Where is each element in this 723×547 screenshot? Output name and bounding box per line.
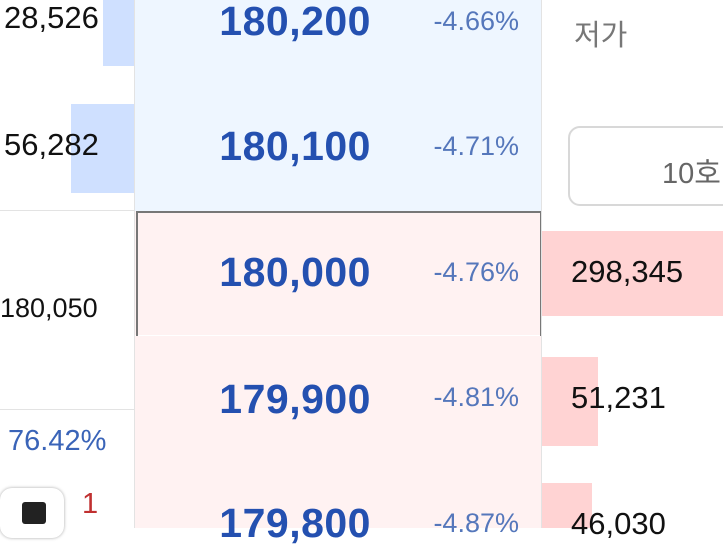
price-row[interactable]: 180,100 -4.71% — [135, 85, 541, 211]
bid-quantity[interactable]: 51,231 — [571, 380, 666, 416]
column-divider — [134, 0, 135, 528]
change-percent: -4.66% — [433, 6, 519, 36]
ask-quantity[interactable]: 28,526 — [4, 0, 99, 36]
ratio-value: 76.42% — [8, 425, 107, 457]
ask-quantity-bar — [103, 0, 135, 66]
reference-price: 180,050 — [0, 293, 98, 323]
order-quantity-label: 10호 — [662, 158, 721, 190]
row-divider — [0, 409, 135, 410]
price-value: 180,100 — [219, 123, 371, 169]
thumbnail-icon — [22, 502, 46, 524]
price-value: 180,200 — [219, 0, 371, 44]
floating-thumbnail[interactable] — [0, 488, 64, 538]
price-value: 179,800 — [219, 500, 371, 546]
count-badge: 1 — [82, 488, 99, 520]
order-quantity-button[interactable]: 10호 — [568, 126, 723, 206]
bid-quantity[interactable]: 298,345 — [571, 254, 683, 290]
price-row[interactable]: 180,200 -4.66% — [135, 0, 541, 85]
change-percent: -4.71% — [433, 131, 519, 161]
ask-quantity[interactable]: 56,282 — [4, 127, 99, 163]
change-percent: -4.87% — [433, 508, 519, 538]
change-percent: -4.81% — [433, 382, 519, 412]
row-divider — [0, 210, 135, 211]
low-price-label: 저가 — [574, 20, 628, 52]
price-value: 179,900 — [219, 376, 371, 422]
selected-price-highlight — [136, 211, 542, 338]
price-row[interactable]: 179,900 -4.81% — [135, 336, 541, 460]
bid-quantity[interactable]: 46,030 — [571, 506, 666, 542]
price-row[interactable]: 179,800 -4.87% — [135, 460, 541, 546]
